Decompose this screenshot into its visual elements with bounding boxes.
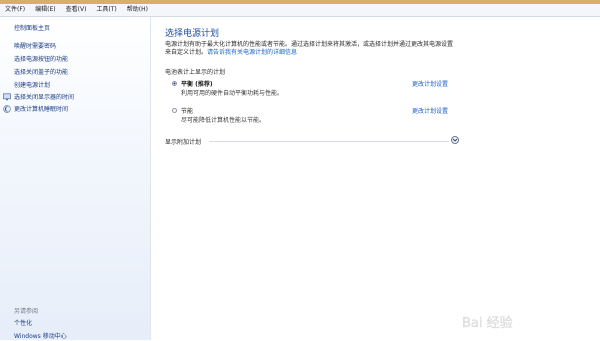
menu-tools[interactable]: 工具(T) [91,4,121,16]
moon-icon [3,105,11,113]
expand-additional-plans-button[interactable] [451,136,459,144]
menu-file[interactable]: 文件(F) [0,4,30,16]
plan-balanced-description: 利用可用的硬件自动平衡功耗与性能。 [181,90,284,97]
show-additional-plans-label[interactable]: 显示附加计划 [165,137,201,146]
sidebar-item-wake-password[interactable]: 唤醒时需要密码 [14,43,56,51]
watermark-text: Bai 经验 [462,315,513,331]
chevron-down-icon [452,138,458,142]
sidebar-item-display-off[interactable]: 选择关闭显示器的时间 [14,94,74,102]
divider-line [209,141,449,142]
intro-line: 电源计划有助于最大化计算机的性能或者节能。通过选择计划来将其激活，或选择计划并通… [165,41,454,48]
plan-power-saver-description: 尽可能降低计算机性能以节能。 [181,117,266,124]
menu-edit[interactable]: 编辑(E) [30,4,60,16]
menu-help[interactable]: 帮助(H) [122,4,153,16]
sidebar-item-power-button[interactable]: 选择电源按钮的功能 [14,56,68,64]
plan-balanced-name[interactable]: 平衡 (推荐) [181,79,213,88]
plan-power-saver-radio[interactable] [172,108,177,113]
main-content: 选择电源计划 电源计划有助于最大化计算机的性能或者节能。通过选择计划来将其激活，… [151,17,600,340]
baidu-watermark: Bai 经验 [462,315,513,331]
sidebar-home-link[interactable]: 控制面板主页 [14,25,50,33]
sidebar-item-personalization[interactable]: 个性化 [14,320,32,328]
sidebar-item-lid-close[interactable]: 选择关闭盖子的功能 [14,69,68,77]
plans-group-title: 电池表计上显示的计划 [165,69,226,76]
intro-text: 电源计划有助于最大化计算机的性能或者节能。通过选择计划来将其激活，或选择计划并通… [165,41,465,57]
sidebar-item-create-plan[interactable]: 创建电源计划 [14,82,50,90]
page-title: 选择电源计划 [165,29,220,39]
plan-balanced-settings-link[interactable]: 更改计划设置 [412,79,448,88]
intro-line-prefix: 来自定义计划。 [165,49,208,56]
menu-view[interactable]: 查看(V) [61,4,92,16]
plan-power-saver-settings-link[interactable]: 更改计划设置 [412,106,448,115]
power-plans-help-link[interactable]: 请告诉我有关电源计划的详细信息 [207,49,297,56]
monitor-icon [3,93,11,101]
plan-balanced-radio[interactable] [172,81,177,86]
sidebar: 控制面板主页 唤醒时需要密码 选择电源按钮的功能 选择关闭盖子的功能 创建电源计… [0,17,151,340]
sidebar-item-sleep-time[interactable]: 更改计算机睡眠时间 [14,106,68,114]
plan-power-saver-name[interactable]: 节能 [181,106,193,115]
see-also-heading: 另请参阅 [14,308,39,315]
menu-bar: 文件(F) 编辑(E) 查看(V) 工具(T) 帮助(H) [0,4,600,17]
